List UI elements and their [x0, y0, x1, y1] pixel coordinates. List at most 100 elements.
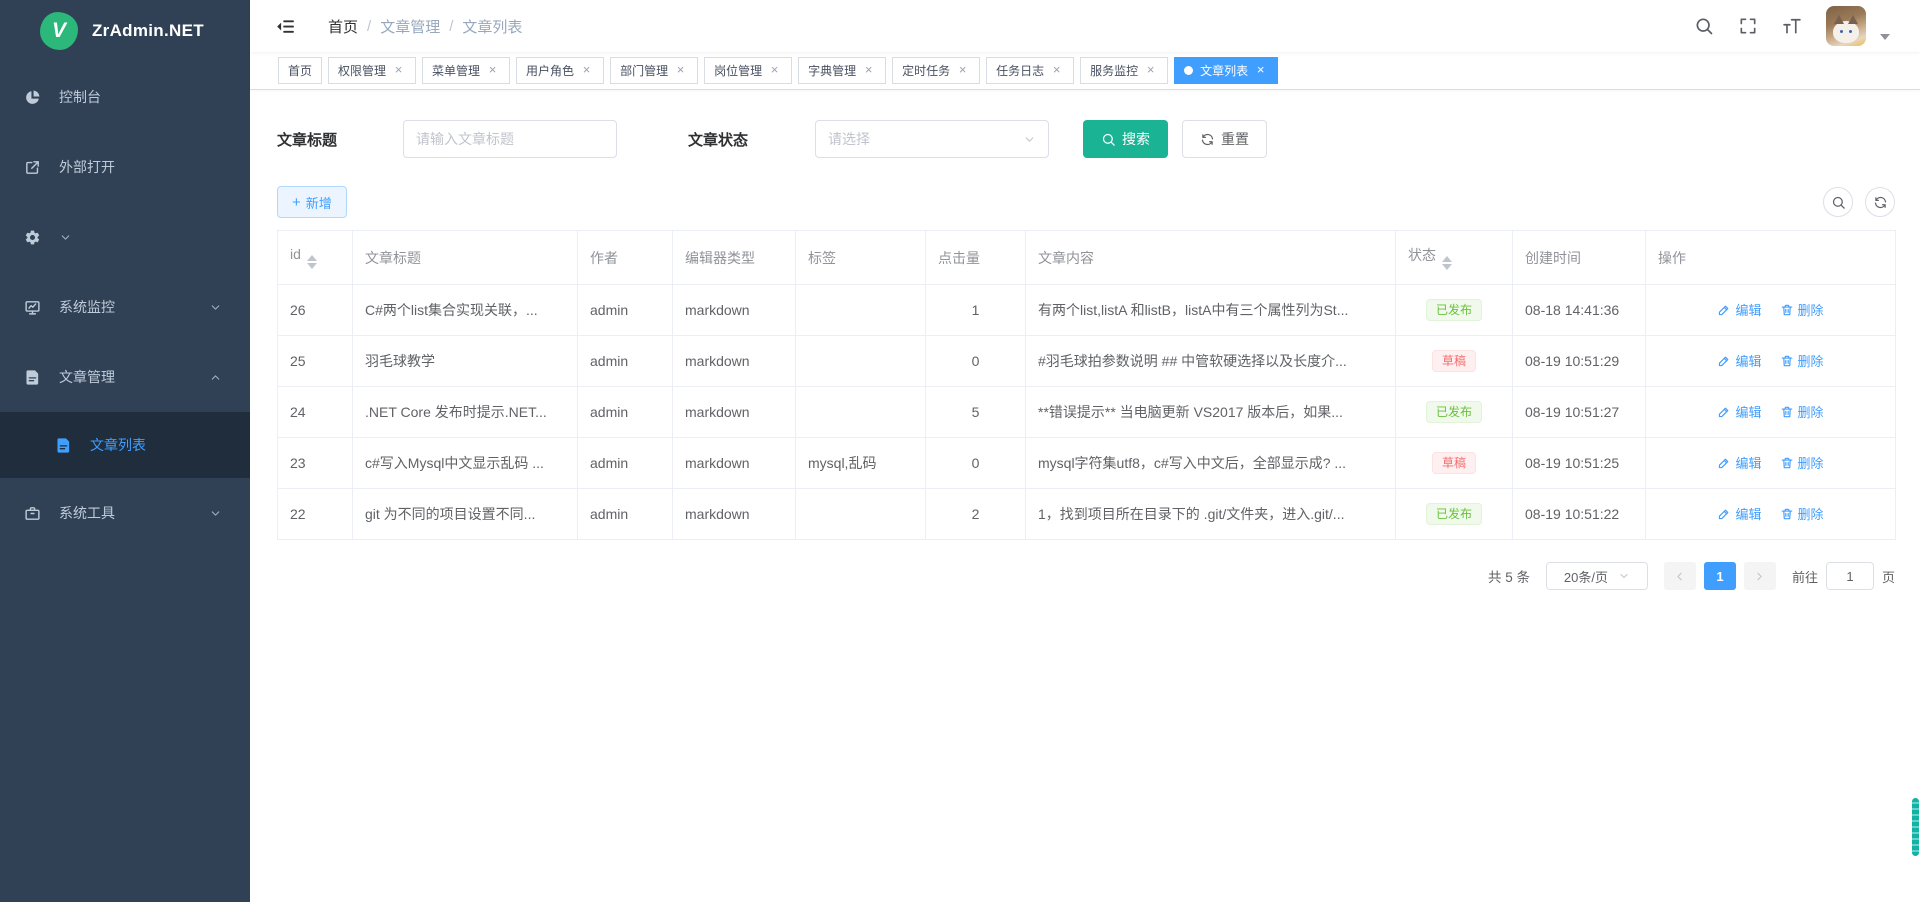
column-label: 状态 — [1408, 247, 1436, 263]
view-tab[interactable]: 权限管理× — [328, 57, 416, 84]
view-tab[interactable]: 字典管理× — [798, 57, 886, 84]
column-header-actions: 操作 — [1646, 231, 1896, 285]
cell-content: mysql字符集utf8，c#写入中文后，全部显示成? ... — [1026, 438, 1396, 489]
view-tab[interactable]: 首页 — [278, 57, 322, 84]
cell-actions: 编辑删除 — [1646, 387, 1896, 438]
cell-status: 已发布 — [1396, 387, 1513, 438]
prev-page-button[interactable] — [1664, 562, 1696, 590]
refresh-icon — [1873, 195, 1888, 210]
cell-id: 22 — [278, 489, 353, 540]
tab-label: 首页 — [288, 62, 312, 79]
tab-label: 文章列表 — [1200, 62, 1248, 79]
column-header-created: 创建时间 — [1513, 231, 1646, 285]
add-button[interactable]: + 新增 — [277, 186, 347, 218]
scrollbar-thumb[interactable] — [1912, 798, 1919, 856]
close-icon[interactable]: × — [579, 63, 594, 78]
cell-author: admin — [578, 387, 673, 438]
article-title-input[interactable] — [403, 120, 617, 158]
close-icon[interactable]: × — [861, 63, 876, 78]
article-status-select[interactable]: 请选择 — [815, 120, 1049, 158]
pagination: 共 5 条 20条/页 1 前往 页 — [277, 562, 1895, 590]
cell-author: admin — [578, 489, 673, 540]
sidebar-item-system-monitor[interactable]: 系统监控 — [0, 272, 250, 342]
view-tab[interactable]: 岗位管理× — [704, 57, 792, 84]
sidebar-item-label: 系统工具 — [59, 503, 209, 523]
edit-link[interactable]: 编辑 — [1717, 402, 1761, 421]
close-icon[interactable]: × — [391, 63, 406, 78]
cell-status: 已发布 — [1396, 285, 1513, 336]
refresh-table-button[interactable] — [1865, 187, 1895, 217]
cell-editor: markdown — [673, 489, 796, 540]
edit-link[interactable]: 编辑 — [1717, 300, 1761, 319]
tab-label: 服务监控 — [1090, 62, 1138, 79]
search-icon[interactable] — [1694, 16, 1714, 36]
close-icon[interactable]: × — [955, 63, 970, 78]
sidebar-item-article-list[interactable]: 文章列表 — [0, 412, 250, 478]
view-tab[interactable]: 文章列表 × — [1174, 57, 1278, 84]
reset-button-label: 重置 — [1221, 129, 1249, 149]
close-icon[interactable]: × — [1143, 63, 1158, 78]
close-icon[interactable]: × — [673, 63, 688, 78]
close-icon[interactable]: × — [485, 63, 500, 78]
close-icon[interactable]: × — [1049, 63, 1064, 78]
tab-label: 菜单管理 — [432, 62, 480, 79]
view-tab[interactable]: 用户角色× — [516, 57, 604, 84]
next-page-button[interactable] — [1744, 562, 1776, 590]
sidebar-item-external-open[interactable]: 外部打开 — [0, 132, 250, 202]
sidebar-item-article-management[interactable]: 文章管理 — [0, 342, 250, 412]
sort-carets-icon — [307, 255, 317, 269]
reset-button[interactable]: 重置 — [1182, 120, 1267, 158]
chevron-down-icon — [59, 231, 72, 244]
column-header-title: 文章标题 — [353, 231, 578, 285]
delete-link[interactable]: 删除 — [1780, 453, 1824, 472]
toggle-search-button[interactable] — [1823, 187, 1853, 217]
cell-title: C#两个list集合实现关联，... — [353, 285, 578, 336]
font-size-icon[interactable] — [1782, 16, 1802, 36]
delete-link[interactable]: 删除 — [1780, 504, 1824, 523]
cell-tags — [796, 285, 926, 336]
sidebar-item-dashboard[interactable]: 控制台 — [0, 62, 250, 132]
column-header-author: 作者 — [578, 231, 673, 285]
search-icon — [1831, 195, 1846, 210]
sidebar-item-system-tools[interactable]: 系统工具 — [0, 478, 250, 548]
cell-id: 26 — [278, 285, 353, 336]
edit-link[interactable]: 编辑 — [1717, 453, 1761, 472]
delete-icon — [1780, 354, 1794, 368]
column-header-content: 文章内容 — [1026, 231, 1396, 285]
sidebar: V ZrAdmin.NET 控制台外部打开系统管理系统监控文章管理文章列表系统工… — [0, 0, 250, 902]
view-tab[interactable]: 任务日志× — [986, 57, 1074, 84]
close-icon[interactable]: × — [1253, 63, 1268, 78]
sidebar-item-label: 控制台 — [59, 87, 226, 107]
fullscreen-icon[interactable] — [1738, 16, 1758, 36]
view-tab[interactable]: 服务监控 × — [1080, 57, 1168, 84]
close-icon[interactable]: × — [767, 63, 782, 78]
page-size-select[interactable]: 20条/页 — [1546, 562, 1648, 590]
chevron-down-icon — [209, 301, 222, 314]
user-avatar[interactable] — [1826, 6, 1866, 46]
sidebar-collapse-icon[interactable] — [275, 16, 296, 37]
sidebar-item-system-management[interactable]: 系统管理 — [0, 202, 250, 272]
delete-link-label: 删除 — [1798, 351, 1824, 370]
navbar: 首页/文章管理/文章列表 — [250, 0, 1920, 52]
search-button[interactable]: 搜索 — [1083, 120, 1168, 158]
app-logo[interactable]: V ZrAdmin.NET — [0, 0, 250, 62]
goto-page-input[interactable] — [1826, 562, 1874, 590]
edit-link[interactable]: 编辑 — [1717, 351, 1761, 370]
cell-author: admin — [578, 285, 673, 336]
view-tab[interactable]: 菜单管理 × — [422, 57, 510, 84]
view-tab[interactable]: 定时任务× — [892, 57, 980, 84]
delete-link[interactable]: 删除 — [1780, 351, 1824, 370]
breadcrumb-separator: / — [367, 18, 371, 35]
column-header-status[interactable]: 状态 — [1396, 231, 1513, 285]
breadcrumb-item[interactable]: 首页 — [328, 16, 358, 37]
delete-link-label: 删除 — [1798, 453, 1824, 472]
view-tab[interactable]: 部门管理× — [610, 57, 698, 84]
edit-link[interactable]: 编辑 — [1717, 504, 1761, 523]
status-badge: 已发布 — [1426, 503, 1482, 525]
delete-link[interactable]: 删除 — [1780, 300, 1824, 319]
page-number-button[interactable]: 1 — [1704, 562, 1736, 590]
column-header-tags: 标签 — [796, 231, 926, 285]
delete-link[interactable]: 删除 — [1780, 402, 1824, 421]
user-menu-caret-icon[interactable] — [1880, 34, 1890, 40]
column-header-id[interactable]: id — [278, 231, 353, 285]
